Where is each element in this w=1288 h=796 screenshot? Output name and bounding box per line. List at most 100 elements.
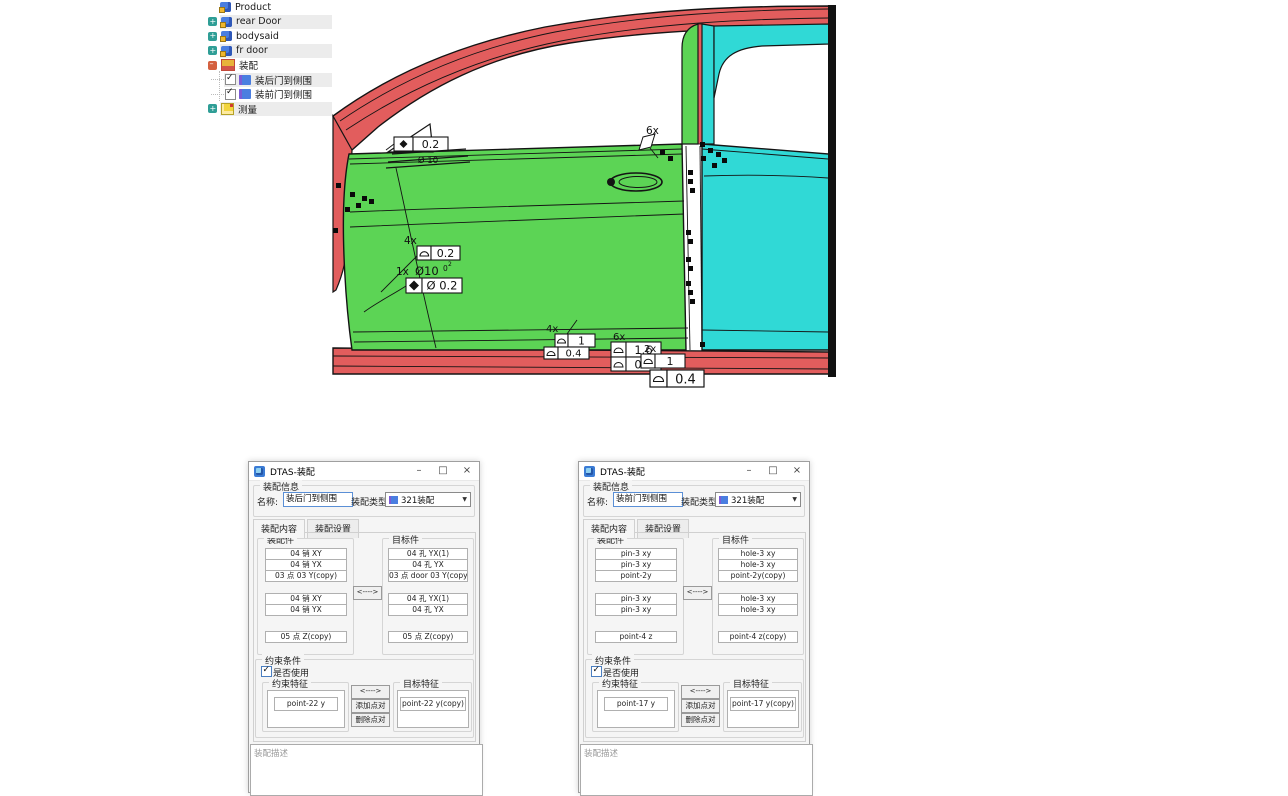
list-item[interactable]: point-4 z(copy): [718, 631, 798, 643]
callout-qty: 2x: [644, 344, 656, 355]
group-label: 约束特征: [269, 677, 311, 690]
expand-icon[interactable]: [208, 46, 217, 55]
target-feature-list[interactable]: point-17 y(copy): [727, 690, 799, 728]
tree-item-front-door-assembly[interactable]: 装前门到侧围: [205, 87, 332, 102]
constraint-swap-button[interactable]: <---->: [681, 685, 720, 699]
group-label: 约束特征: [599, 677, 641, 690]
list-item[interactable]: 04 孔 YX: [388, 604, 468, 616]
dtas-app-icon: [584, 466, 595, 477]
callout-row1: 1: [667, 355, 674, 368]
constraint-feature-group: 约束特征 point-17 y: [592, 682, 679, 732]
target-feature-group: 目标特征 point-17 y(copy): [723, 682, 802, 732]
tree-item-rear-door[interactable]: rear Door: [205, 15, 332, 30]
add-point-pair-button[interactable]: 添加点对: [681, 699, 720, 713]
tab-assembly-content[interactable]: 装配内容: [583, 519, 635, 538]
tree-item-assembly[interactable]: 装配: [205, 58, 332, 73]
target-feature-item[interactable]: point-22 y(copy): [400, 697, 466, 711]
dialog-title: DTAS-装配: [600, 465, 737, 478]
viewport-edge: [828, 5, 836, 377]
assembly-checkbox[interactable]: [225, 74, 236, 85]
collapse-icon[interactable]: [208, 61, 217, 70]
close-button[interactable]: ×: [785, 462, 809, 480]
expand-icon[interactable]: [208, 104, 217, 113]
minimize-button[interactable]: –: [737, 462, 761, 480]
target-feature-list[interactable]: point-22 y(copy): [397, 690, 469, 728]
delete-point-pair-button[interactable]: 删除点对: [351, 713, 390, 727]
minimize-button[interactable]: –: [407, 462, 431, 480]
tree-connector: [211, 79, 224, 80]
tree-item-bodysaid[interactable]: bodysaid: [205, 29, 332, 44]
target-feature-item[interactable]: point-17 y(copy): [730, 697, 796, 711]
close-button[interactable]: ×: [455, 462, 479, 480]
list-item[interactable]: 04 销 YX: [265, 604, 347, 616]
tree-item-fr-door[interactable]: fr door: [205, 44, 332, 59]
tree-item-measure[interactable]: 测量: [205, 102, 332, 117]
group-label: 目标特征: [400, 677, 442, 690]
assembly-description-input[interactable]: 装配描述: [250, 744, 483, 796]
assembly-type-icon: [719, 496, 728, 504]
maximize-button[interactable]: □: [431, 462, 455, 480]
dialog-titlebar[interactable]: DTAS-装配 – □ ×: [249, 462, 479, 481]
use-constraint-checkbox[interactable]: [261, 666, 272, 677]
constraint-feature-list[interactable]: point-22 y: [267, 690, 345, 728]
constraint-swap-button[interactable]: <---->: [351, 685, 390, 699]
callout-top-value: 0.2: [422, 138, 440, 151]
callout-qty: 1x: [396, 266, 409, 278]
tree-connector: [211, 94, 224, 95]
list-item[interactable]: 05 点 Z(copy): [265, 631, 347, 643]
swap-button[interactable]: <---->: [353, 586, 382, 600]
callout-qty: 4x: [404, 235, 417, 247]
delete-point-pair-button[interactable]: 删除点对: [681, 713, 720, 727]
assembly-checkbox[interactable]: [225, 89, 236, 100]
assembly-type-select[interactable]: 321装配 ▼: [385, 492, 471, 507]
expand-icon[interactable]: [208, 17, 217, 26]
assembly-name-input[interactable]: 装前门到侧围: [613, 492, 683, 507]
dialog-assembly-rear-door: DTAS-装配 – □ × 装配信息 名称: 装后门到侧围 装配类型: 321装…: [248, 461, 480, 793]
tree-item-product[interactable]: Product: [205, 0, 332, 15]
group-label: 目标件: [719, 533, 752, 546]
3d-viewport[interactable]: 0.2 Ø 10 4x 0.2 1x Ø10 0 2 Ø 0.2 6x 4x 1: [330, 5, 836, 392]
list-item[interactable]: point-4 z: [595, 631, 677, 643]
assembly-description-input[interactable]: 装配描述: [580, 744, 813, 796]
tree-item-label: 装后门到侧围: [255, 73, 312, 87]
assembly-type-select[interactable]: 321装配 ▼: [715, 492, 801, 507]
list-item[interactable]: point-2y: [595, 570, 677, 582]
swap-button[interactable]: <---->: [683, 586, 712, 600]
part-icon: [221, 17, 232, 27]
constraint-feature-item[interactable]: point-22 y: [274, 697, 338, 711]
list-item[interactable]: 03 点 door 03 Y(copy): [388, 570, 468, 582]
expand-icon[interactable]: [208, 32, 217, 41]
list-item[interactable]: pin-3 xy: [595, 604, 677, 616]
use-constraint-checkbox[interactable]: [591, 666, 602, 677]
tree-item-label: 测量: [238, 102, 257, 116]
list-item[interactable]: point-2y(copy): [718, 570, 798, 582]
assembly-icon: [221, 59, 235, 71]
callout-value: 0.2: [437, 247, 455, 260]
list-item[interactable]: 03 点 03 Y(copy): [265, 570, 347, 582]
list-item[interactable]: 05 点 Z(copy): [388, 631, 468, 643]
assembly-parts-group: 装配件 pin-3 xy pin-3 xy point-2y pin-3 xy …: [587, 538, 684, 655]
constraint-feature-item[interactable]: point-17 y: [604, 697, 668, 711]
assembly-info-group: 装配信息 名称: 装后门到侧围 装配类型: 321装配 ▼: [253, 485, 475, 517]
add-point-pair-button[interactable]: 添加点对: [351, 699, 390, 713]
group-label: 目标特征: [730, 677, 772, 690]
tree-item-label: 装前门到侧围: [255, 87, 312, 101]
constraint-feature-group: 约束特征 point-22 y: [262, 682, 349, 732]
tree-item-label: bodysaid: [236, 31, 279, 42]
tree-item-label: Product: [235, 2, 271, 13]
name-label: 名称:: [587, 495, 608, 508]
maximize-button[interactable]: □: [761, 462, 785, 480]
tab-assembly-content[interactable]: 装配内容: [253, 519, 305, 538]
dialog-title: DTAS-装配: [270, 465, 407, 478]
assembly-name-input[interactable]: 装后门到侧围: [283, 492, 353, 507]
callout-tol-bottom: 2: [448, 261, 452, 268]
dialog-titlebar[interactable]: DTAS-装配 – □ ×: [579, 462, 809, 481]
constraint-feature-list[interactable]: point-17 y: [597, 690, 675, 728]
name-label: 名称:: [257, 495, 278, 508]
callout-row1: 1: [578, 336, 585, 348]
assembly-info-group: 装配信息 名称: 装前门到侧围 装配类型: 321装配 ▼: [583, 485, 805, 517]
tree-item-rear-door-assembly[interactable]: 装后门到侧围: [205, 73, 332, 88]
target-parts-group: 目标件 04 孔 YX(1) 04 孔 YX 03 点 door 03 Y(co…: [382, 538, 474, 655]
list-item[interactable]: hole-3 xy: [718, 604, 798, 616]
model-tree: Product rear Door bodysaid fr door 装配 装后…: [205, 0, 332, 116]
